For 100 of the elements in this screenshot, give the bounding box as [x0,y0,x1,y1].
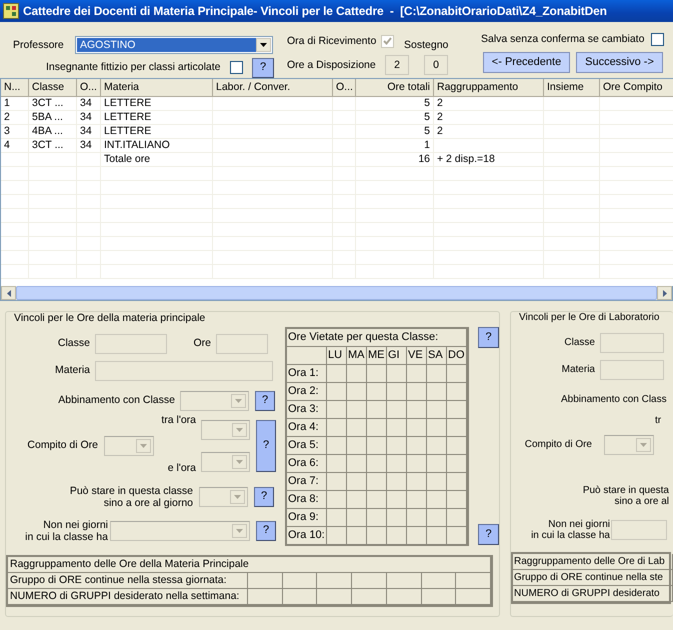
input-cell[interactable] [456,588,491,605]
grid-cell[interactable] [407,508,427,527]
column-header[interactable]: Ore Compito [600,79,673,96]
grid-cell[interactable] [447,490,467,509]
grid-cell[interactable] [387,382,407,401]
help-button[interactable]: ? [478,326,499,348]
grid-cell[interactable] [327,364,347,383]
grid-cell[interactable] [387,418,407,437]
dropdown[interactable] [604,435,654,455]
help-button[interactable]: ? [256,520,276,541]
dropdown[interactable] [180,390,249,411]
column-header[interactable]: Classe [29,79,77,96]
grid-cell[interactable] [407,526,427,545]
grid-cell[interactable] [407,364,427,383]
dropdown[interactable] [104,436,154,456]
grid-cell[interactable] [447,364,467,383]
grid-cell[interactable] [327,382,347,401]
grid-cell[interactable] [327,400,347,419]
input-cell[interactable] [282,588,318,605]
text-field[interactable] [216,334,268,354]
grid-cell[interactable] [347,508,367,527]
grid-cell[interactable] [427,490,447,509]
grid-cell[interactable] [367,526,387,545]
grid-cell[interactable] [387,400,407,419]
grid-cell[interactable] [327,418,347,437]
help-button[interactable]: ? [478,524,499,545]
grid-cell[interactable] [327,508,347,527]
grid-cell[interactable] [367,400,387,419]
grid-cell[interactable] [427,400,447,419]
next-button[interactable]: Successivo -> [576,52,663,73]
column-header[interactable]: Insieme [544,79,600,96]
grid-cell[interactable] [327,526,347,545]
grid-cell[interactable] [407,436,427,455]
input-cell[interactable] [248,588,283,605]
grid-cell[interactable] [387,526,407,545]
grid-cell[interactable] [367,364,387,383]
grid-cell[interactable] [387,436,407,455]
input-cell[interactable] [386,588,422,605]
grid-cell[interactable] [407,472,427,491]
text-field[interactable] [95,334,167,354]
checkbox[interactable] [230,61,243,74]
grid-cell[interactable] [327,436,347,455]
grid-cell[interactable] [347,418,367,437]
dropdown[interactable] [201,420,250,440]
grid-cell[interactable] [387,490,407,509]
previous-button[interactable]: <- Precedente [483,52,570,73]
column-header[interactable]: Ore totali [356,79,434,96]
input-cell[interactable] [456,572,491,589]
text-field[interactable] [600,333,664,353]
grid-cell[interactable] [367,418,387,437]
column-header[interactable]: Labor. / Conver. [213,79,333,96]
grid-cell[interactable] [447,508,467,527]
grid-cell[interactable] [427,418,447,437]
professor-dropdown[interactable]: AGOSTINO [75,36,273,54]
grid-cell[interactable] [447,400,467,419]
input-cell[interactable] [352,572,387,589]
grid-cell[interactable] [347,436,367,455]
column-header[interactable]: O... [77,79,101,96]
column-header[interactable]: N... [1,79,29,96]
grid-cell[interactable] [427,526,447,545]
grid-cell[interactable] [447,382,467,401]
dropdown[interactable] [199,486,248,507]
dropdown[interactable] [110,520,250,541]
column-header[interactable]: Raggruppamento [434,79,544,96]
grid-cell[interactable] [427,382,447,401]
help-button[interactable]: ? [255,390,275,411]
grid-cell[interactable] [447,454,467,473]
text-field[interactable] [600,360,664,380]
checkbox[interactable] [651,32,664,46]
input-cell[interactable] [317,572,352,589]
input-cell[interactable] [248,572,283,589]
text-field[interactable] [95,360,273,381]
grid-cell[interactable] [347,400,367,419]
grid-cell[interactable] [367,382,387,401]
grid-cell[interactable] [347,364,367,383]
grid-cell[interactable] [407,418,427,437]
grid-cell[interactable] [427,436,447,455]
input-cell[interactable] [422,572,456,589]
grid-cell[interactable] [407,454,427,473]
text-field[interactable] [611,520,667,540]
column-header[interactable]: Materia [101,79,213,96]
grid-cell[interactable] [327,454,347,473]
input-cell[interactable] [352,588,387,605]
grid-cell[interactable] [347,382,367,401]
input-cell[interactable] [422,588,456,605]
number-field[interactable]: 0 [424,55,448,75]
grid-cell[interactable] [387,472,407,491]
dropdown[interactable] [201,452,250,472]
grid-cell[interactable] [407,382,427,401]
grid-cell[interactable] [427,364,447,383]
grid-cell[interactable] [367,490,387,509]
horizontal-scrollbar[interactable] [0,286,673,301]
grid-cell[interactable] [447,436,467,455]
number-field[interactable]: 2 [385,55,409,75]
input-cell[interactable] [282,572,318,589]
grid-cell[interactable] [347,454,367,473]
input-cell[interactable] [317,588,352,605]
grid-cell[interactable] [367,454,387,473]
grid-cell[interactable] [327,490,347,509]
help-button[interactable]: ? [256,420,276,472]
